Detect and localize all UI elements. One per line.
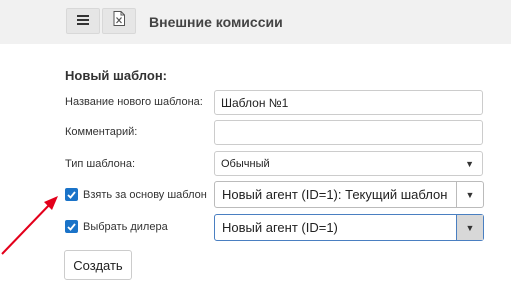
annotation-arrow-icon (1, 196, 58, 255)
dealer-select[interactable]: Новый агент (ID=1) ▼ (214, 214, 484, 241)
template-name-input[interactable]: Шаблон №1 (214, 90, 483, 115)
chevron-down-icon: ▼ (465, 189, 475, 200)
template-name-value: Шаблон №1 (221, 95, 289, 110)
hamburger-menu-icon (77, 12, 89, 30)
excel-export-icon (113, 11, 125, 31)
dealer-value: Новый агент (ID=1) (222, 220, 338, 235)
template-name-label: Название нового шаблона: (65, 96, 203, 108)
base-template-label: Взять за основу шаблон (83, 189, 207, 201)
template-type-value: Обычный (221, 157, 270, 170)
page-title: Внешние комиссии (149, 14, 283, 30)
base-template-dropdown-button[interactable]: ▼ (456, 182, 483, 207)
top-toolbar: Внешние комиссии (0, 0, 511, 44)
chevron-down-icon: ▼ (465, 222, 475, 233)
create-button[interactable]: Создать (64, 250, 132, 280)
base-template-select[interactable]: Новый агент (ID=1): Текущий шаблон ▼ (214, 181, 484, 208)
excel-export-button[interactable] (102, 8, 136, 34)
template-type-select[interactable]: Обычный ▼ (214, 151, 483, 176)
dealer-label: Выбрать дилера (83, 221, 168, 233)
template-type-label: Тип шаблона: (65, 158, 136, 170)
dealer-dropdown-button[interactable]: ▼ (456, 215, 483, 240)
comment-input[interactable] (214, 120, 483, 145)
base-template-value: Новый агент (ID=1): Текущий шаблон (222, 187, 448, 202)
comment-label: Комментарий: (65, 126, 138, 138)
section-title: Новый шаблон: (65, 68, 168, 83)
menu-button[interactable] (66, 8, 100, 34)
chevron-down-icon: ▼ (465, 158, 474, 169)
